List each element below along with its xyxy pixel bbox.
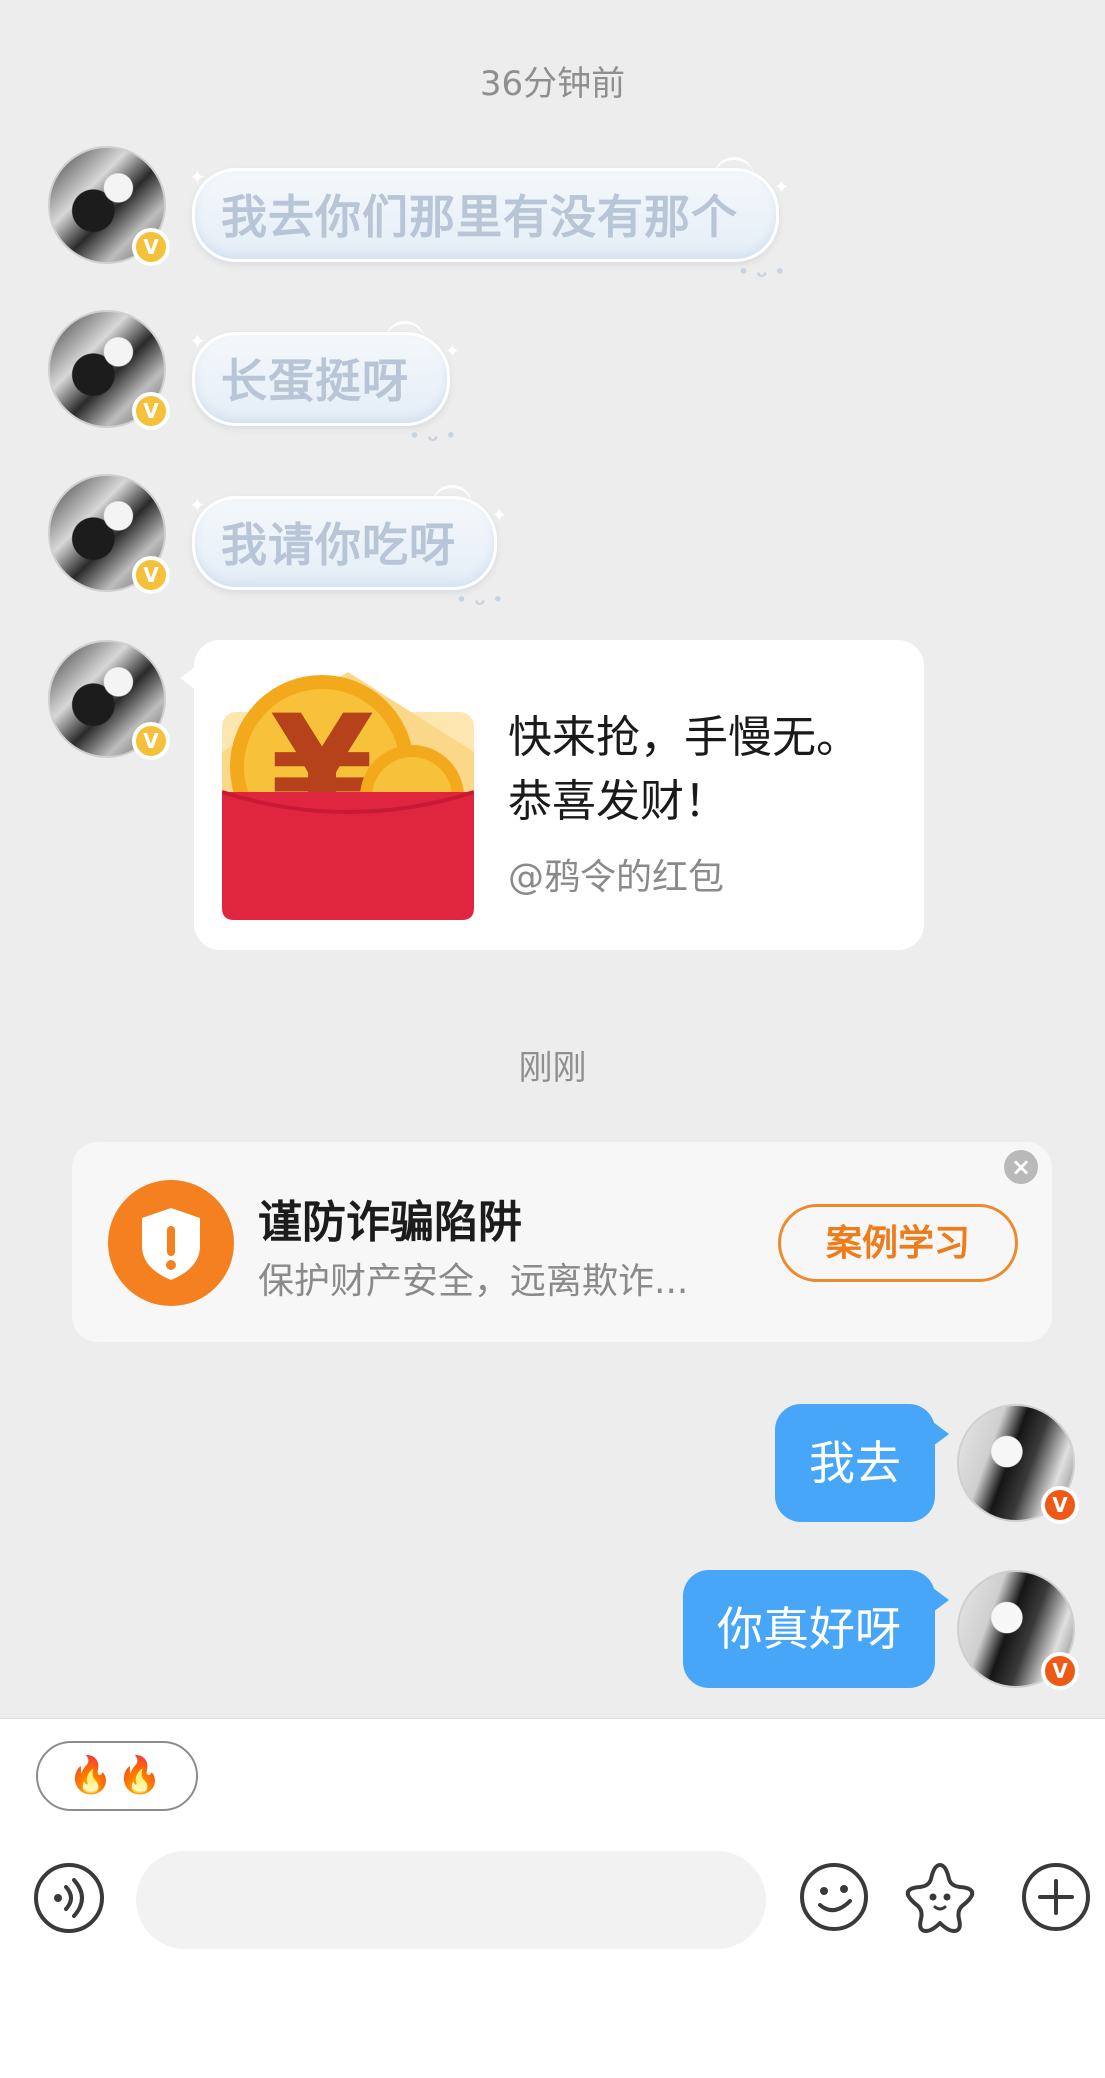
quick-reply-chip[interactable]: 🔥🔥	[36, 1741, 198, 1811]
bubble-ears-decoration	[432, 485, 472, 505]
close-icon[interactable]: ×	[1004, 1150, 1038, 1184]
contact-avatar[interactable]: V	[48, 640, 170, 760]
sparkle-icon: ✦	[189, 329, 207, 353]
cloud-message-bubble[interactable]: ✦ 我去你们那里有没有那个 ✦ • ᴗ •	[189, 157, 789, 281]
outgoing-message-bubble[interactable]: 你真好呀	[683, 1570, 949, 1688]
incoming-message-row: V ✦ 长蛋挺呀 ✦ • ᴗ •	[48, 310, 460, 445]
timestamp-36min: 36分钟前	[479, 64, 626, 104]
message-text: 我请你吃呀	[221, 518, 456, 572]
verified-badge-icon: V	[132, 722, 170, 760]
warning-title: 谨防诈骗陷阱	[258, 1197, 522, 1248]
bubble-ears-decoration	[714, 157, 754, 177]
red-packet-sender: @鸦令的红包	[508, 857, 725, 898]
verified-badge-icon: V	[132, 228, 170, 266]
warning-subtitle: 保护财产安全，远离欺诈...	[258, 1261, 689, 1302]
my-avatar[interactable]: V	[957, 1404, 1079, 1524]
bubble-ears-decoration	[385, 321, 425, 341]
sparkle-icon: ✦	[773, 177, 790, 198]
voice-icon[interactable]	[34, 1863, 104, 1933]
incoming-message-row: V	[48, 640, 170, 760]
verified-badge-icon: V	[132, 392, 170, 430]
contact-avatar[interactable]: V	[48, 310, 170, 430]
sticker-star-icon[interactable]	[902, 1859, 978, 1935]
plus-icon[interactable]	[1018, 1859, 1094, 1935]
input-panel: 🔥🔥	[0, 1718, 1105, 2078]
cloud-message-bubble[interactable]: ✦ 我请你吃呀 ✦ • ᴗ •	[189, 485, 507, 609]
message-input[interactable]	[136, 1851, 766, 1949]
red-packet-card[interactable]: ¥ 快来抢，手慢无。 恭喜发财！ @鸦令的红包	[180, 640, 924, 950]
sparkle-icon: ✦	[189, 165, 207, 189]
red-packet-title-line1: 快来抢，手慢无。	[508, 712, 860, 763]
verified-badge-icon: V	[1041, 1486, 1079, 1524]
message-text: 长蛋挺呀	[221, 354, 409, 408]
fraud-warning-card: 谨防诈骗陷阱 保护财产安全，远离欺诈... 案例学习	[72, 1142, 1052, 1342]
emoji-smile-icon[interactable]	[796, 1859, 872, 1935]
message-text: 我去你们那里有没有那个	[221, 190, 738, 244]
cloud-message-bubble[interactable]: ✦ 长蛋挺呀 ✦ • ᴗ •	[189, 321, 460, 445]
case-study-button[interactable]: 案例学习	[778, 1204, 1018, 1282]
shield-alert-icon	[108, 1180, 234, 1306]
sparkle-icon: ✦	[444, 341, 461, 362]
incoming-message-row: V ✦ 我去你们那里有没有那个 ✦ • ᴗ •	[48, 146, 789, 281]
cute-face-decoration: • ᴗ •	[738, 262, 786, 281]
sparkle-icon: ✦	[189, 493, 207, 517]
red-packet-icon: ¥	[222, 672, 474, 920]
contact-avatar[interactable]: V	[48, 474, 170, 594]
cute-face-decoration: • ᴗ •	[456, 590, 504, 609]
verified-badge-icon: V	[132, 556, 170, 594]
sparkle-icon: ✦	[491, 505, 508, 526]
red-packet-title-line2: 恭喜发财！	[508, 776, 728, 827]
contact-avatar[interactable]: V	[48, 146, 170, 266]
incoming-message-row: V ✦ 我请你吃呀 ✦ • ᴗ •	[48, 474, 507, 609]
outgoing-message-row: 你真好呀 V	[683, 1570, 1079, 1690]
verified-badge-icon: V	[1041, 1652, 1079, 1690]
cute-face-decoration: • ᴗ •	[409, 426, 457, 445]
outgoing-message-bubble[interactable]: 我去	[775, 1404, 949, 1522]
timestamp-just-now: 刚刚	[518, 1048, 587, 1088]
outgoing-message-row: 我去 V	[775, 1404, 1079, 1524]
my-avatar[interactable]: V	[957, 1570, 1079, 1690]
